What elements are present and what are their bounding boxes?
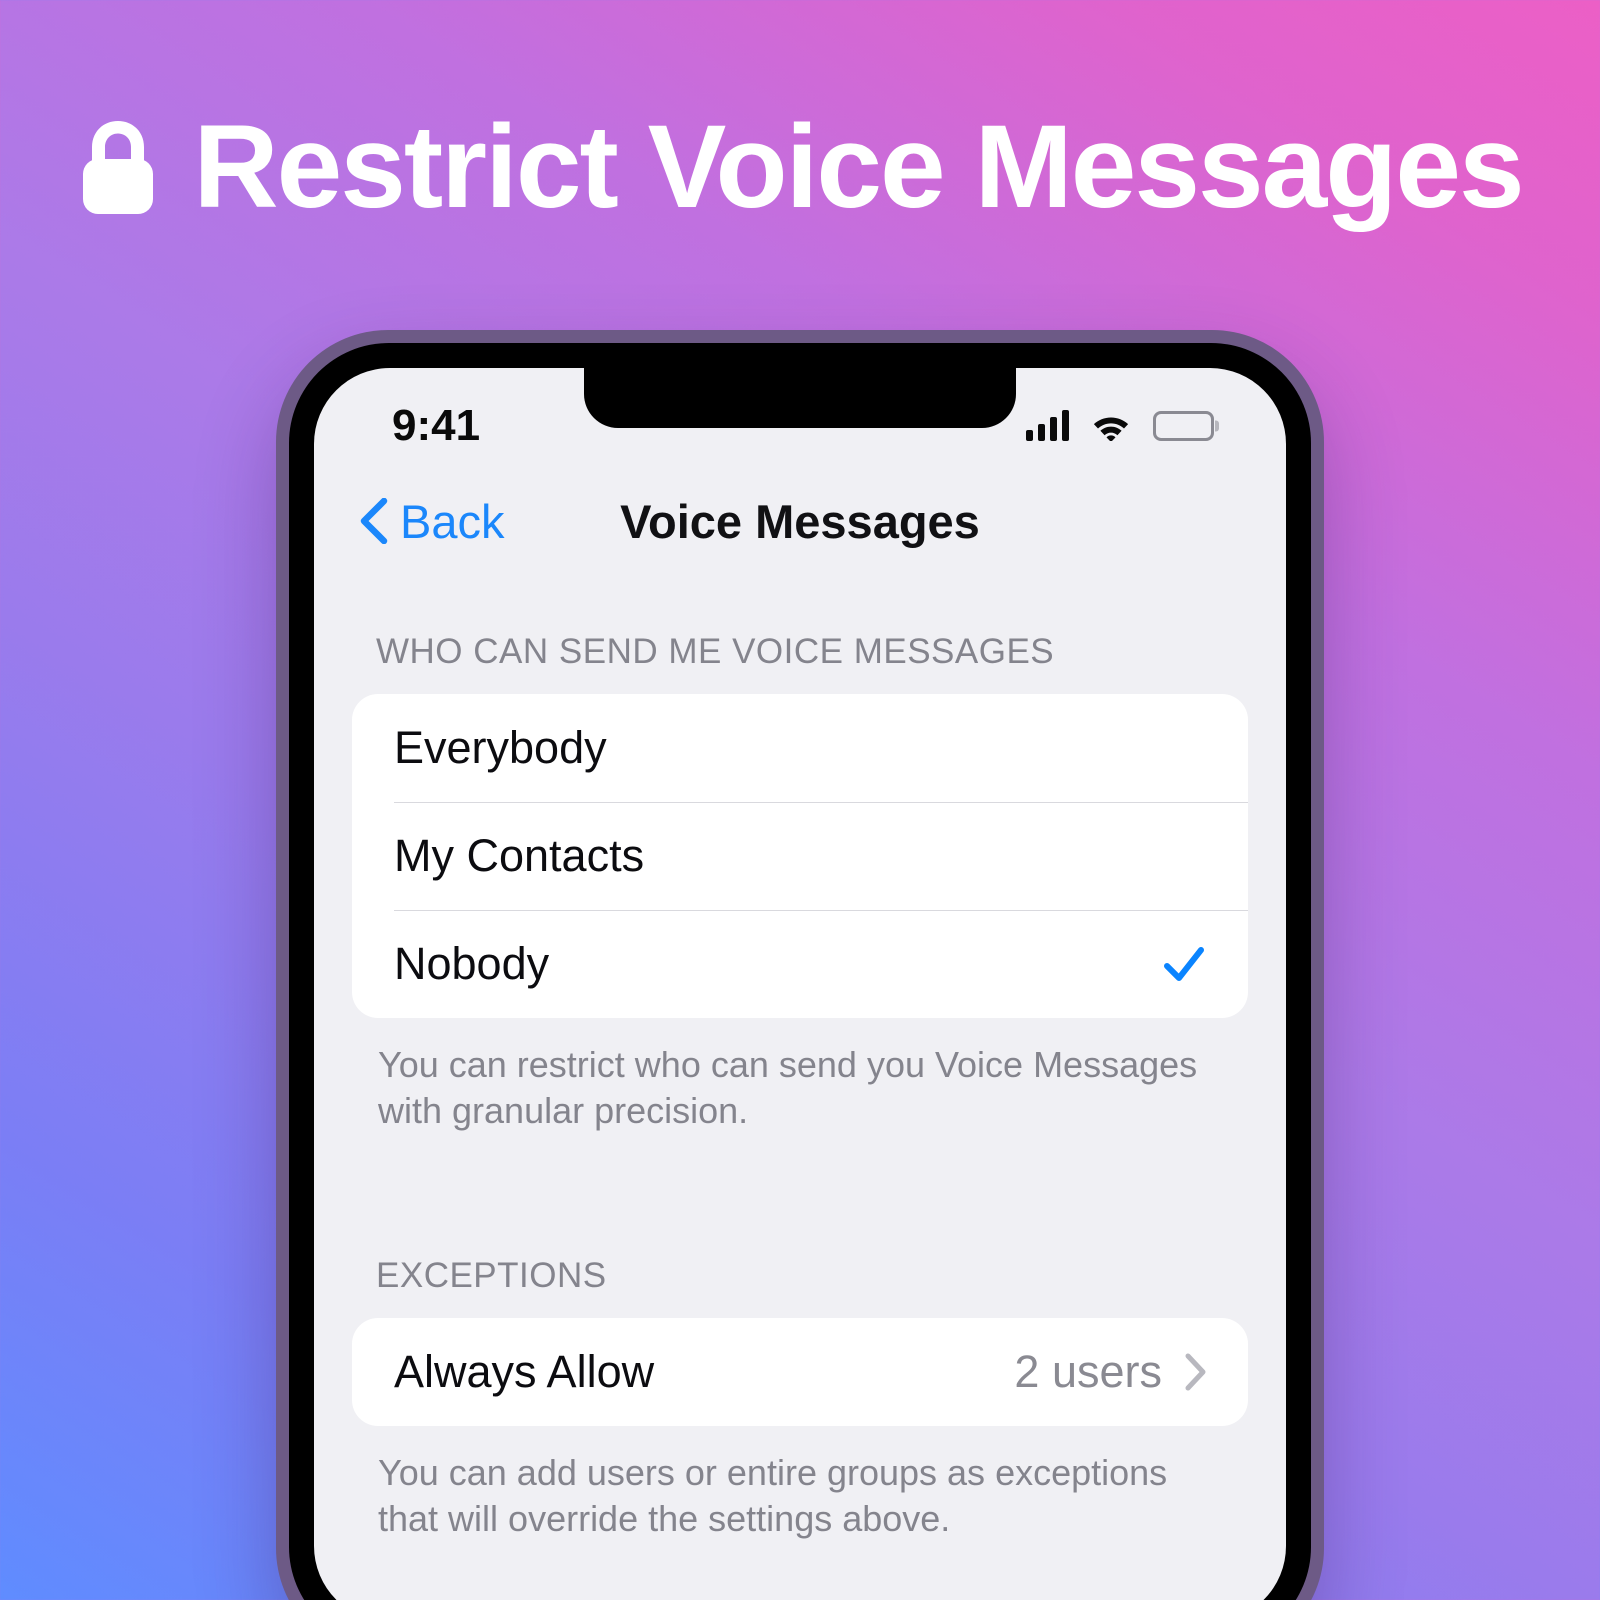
battery-full-icon: [1153, 411, 1214, 441]
row-accessory: 2 users: [1014, 1346, 1206, 1398]
back-button[interactable]: Back: [358, 494, 505, 549]
wifi-icon: [1093, 417, 1129, 441]
phone-screen: 9:41 Back Voice Messages WHO CAN SEND ME…: [314, 368, 1286, 1600]
status-time: 9:41: [392, 401, 481, 450]
footnote-exceptions: You can add users or entire groups as ex…: [378, 1452, 1168, 1540]
exceptions-card: Always Allow 2 users: [352, 1318, 1248, 1427]
row-always-allow[interactable]: Always Allow 2 users: [352, 1318, 1248, 1426]
option-label: My Contacts: [394, 830, 645, 881]
cellular-signal-icon: [1026, 410, 1069, 441]
option-label: Nobody: [394, 938, 550, 989]
section-header-exceptions: EXCEPTIONS: [376, 1256, 607, 1296]
section-header-who-can-send: WHO CAN SEND ME VOICE MESSAGES: [376, 632, 1055, 671]
status-icons: [1026, 410, 1214, 441]
promo-header: Restrict Voice Messages: [0, 108, 1600, 226]
back-button-label: Back: [400, 494, 505, 548]
chevron-left-icon: [360, 498, 388, 544]
phone-notch: [584, 368, 1016, 428]
checkmark-icon: [1164, 947, 1204, 981]
page-title: Restrict Voice Messages: [193, 101, 1524, 233]
settings-content: WHO CAN SEND ME VOICE MESSAGES Everybody…: [314, 576, 1286, 1542]
chevron-right-icon: [1185, 1353, 1206, 1391]
phone-bezel: 9:41 Back Voice Messages WHO CAN SEND ME…: [289, 343, 1311, 1600]
row-value: 2 users: [1014, 1346, 1162, 1398]
lock-icon: [83, 121, 154, 214]
row-label: Always Allow: [394, 1346, 655, 1398]
option-accessory: [1162, 942, 1206, 986]
option-label: Everybody: [394, 722, 607, 773]
options-card: Everybody My Contacts Nobody: [352, 694, 1248, 1018]
phone-mockup: 9:41 Back Voice Messages WHO CAN SEND ME…: [276, 330, 1324, 1600]
nav-bar: Back Voice Messages: [314, 466, 1286, 576]
footnote-who-can-send: You can restrict who can send you Voice …: [378, 1044, 1198, 1132]
option-row-everybody[interactable]: Everybody: [352, 694, 1248, 802]
option-row-my-contacts[interactable]: My Contacts: [352, 802, 1248, 910]
option-row-nobody[interactable]: Nobody: [352, 910, 1248, 1018]
